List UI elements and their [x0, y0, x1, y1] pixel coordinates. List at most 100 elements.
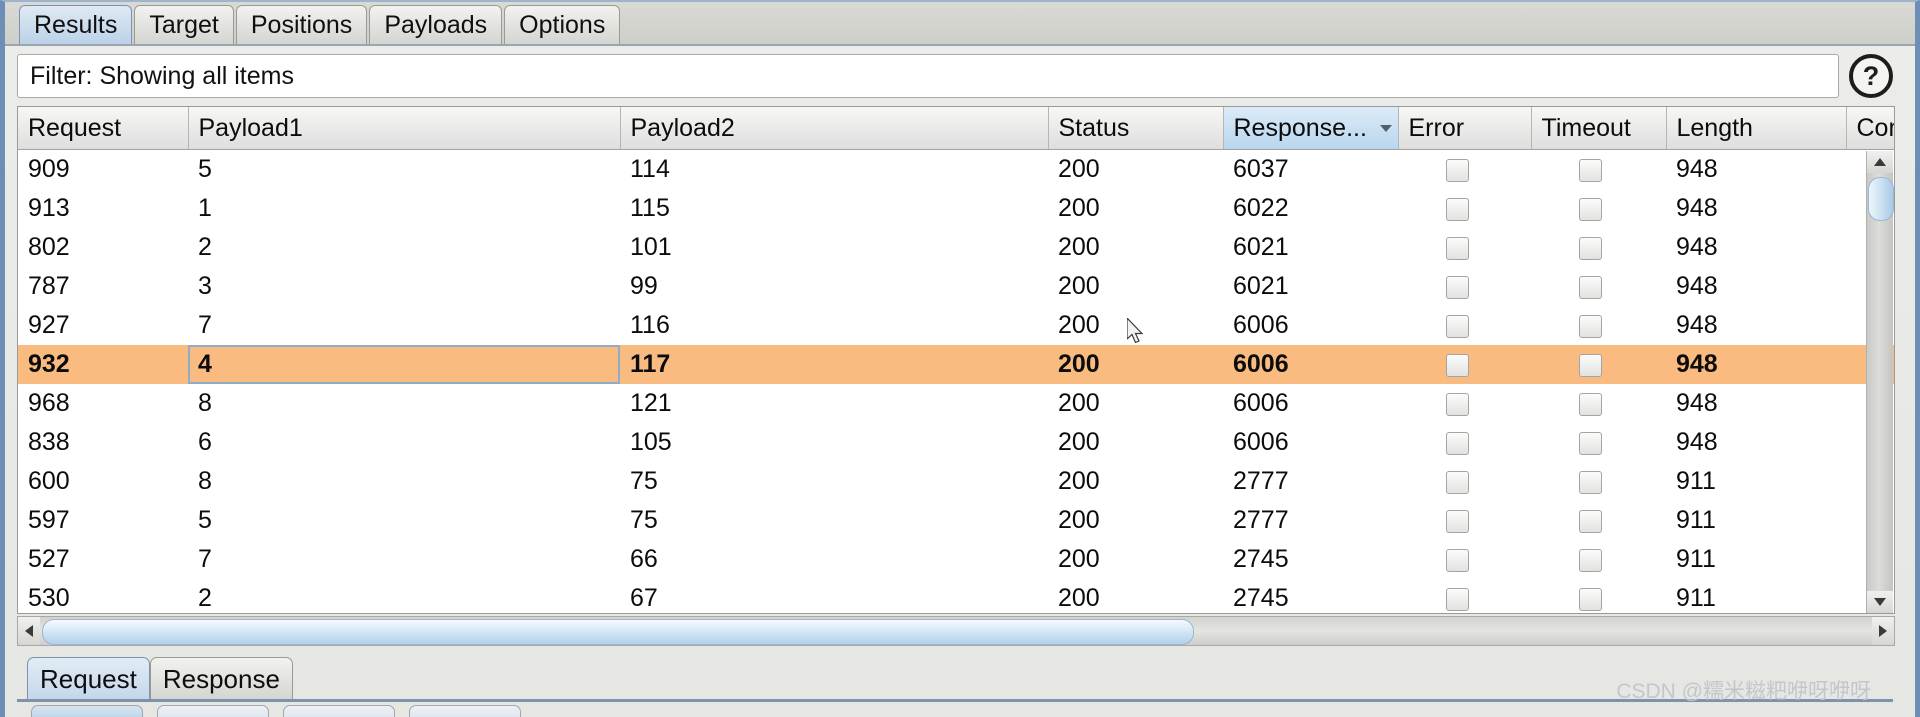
- error-checkbox[interactable]: [1446, 548, 1469, 572]
- cell-response[interactable]: 2777: [1223, 501, 1398, 540]
- cell-payload2[interactable]: 114: [620, 150, 1048, 190]
- table-row[interactable]: 530 2 67 200 2745 911: [18, 579, 1894, 613]
- message-view-button-2[interactable]: [157, 705, 269, 717]
- cell-length[interactable]: 911: [1666, 540, 1846, 579]
- cell-status[interactable]: 200: [1048, 540, 1223, 579]
- cell-timeout[interactable]: [1531, 267, 1666, 306]
- cell-response[interactable]: 2745: [1223, 579, 1398, 613]
- error-checkbox[interactable]: [1446, 587, 1469, 611]
- cell-response[interactable]: 6021: [1223, 267, 1398, 306]
- filter-bar[interactable]: Filter: Showing all items: [17, 54, 1839, 98]
- table-row[interactable]: 909 5 114 200 6037 948: [18, 149, 1894, 190]
- cell-request[interactable]: 968: [18, 384, 188, 423]
- cell-error[interactable]: [1398, 384, 1531, 423]
- table-row[interactable]: 527 7 66 200 2745 911: [18, 540, 1894, 579]
- cell-request[interactable]: 802: [18, 228, 188, 267]
- tab-target[interactable]: Target: [134, 5, 234, 44]
- cell-status[interactable]: 200: [1048, 228, 1223, 267]
- message-view-button-3[interactable]: [283, 705, 395, 717]
- timeout-checkbox[interactable]: [1579, 509, 1602, 533]
- cell-request[interactable]: 932: [18, 345, 188, 384]
- error-checkbox[interactable]: [1446, 236, 1469, 260]
- cell-payload1[interactable]: 7: [188, 306, 620, 345]
- cell-payload2[interactable]: 116: [620, 306, 1048, 345]
- error-checkbox[interactable]: [1446, 509, 1469, 533]
- cell-timeout[interactable]: [1531, 501, 1666, 540]
- cell-error[interactable]: [1398, 306, 1531, 345]
- cell-error[interactable]: [1398, 501, 1531, 540]
- cell-response[interactable]: 2777: [1223, 462, 1398, 501]
- cell-payload1[interactable]: 8: [188, 462, 620, 501]
- cell-error[interactable]: [1398, 150, 1531, 190]
- table-row[interactable]: 597 5 75 200 2777 911: [18, 501, 1894, 540]
- cell-payload2[interactable]: 99: [620, 267, 1048, 306]
- table-row[interactable]: 927 7 116 200 6006 948: [18, 306, 1894, 345]
- cell-payload1[interactable]: 1: [188, 189, 620, 228]
- column-header-payload2[interactable]: Payload2: [620, 107, 1049, 150]
- message-view-button-1[interactable]: [31, 705, 143, 717]
- cell-timeout[interactable]: [1531, 228, 1666, 267]
- scroll-up-button[interactable]: [1867, 151, 1893, 173]
- cell-length[interactable]: 948: [1666, 189, 1846, 228]
- error-checkbox[interactable]: [1446, 392, 1469, 416]
- cell-response[interactable]: 6006: [1223, 384, 1398, 423]
- table-row[interactable]: 600 8 75 200 2777 911: [18, 462, 1894, 501]
- cell-error[interactable]: [1398, 462, 1531, 501]
- cell-length[interactable]: 911: [1666, 579, 1846, 613]
- table-row[interactable]: 787 3 99 200 6021 948: [18, 267, 1894, 306]
- cell-timeout[interactable]: [1531, 150, 1666, 190]
- cell-request[interactable]: 838: [18, 423, 188, 462]
- cell-length[interactable]: 948: [1666, 228, 1846, 267]
- timeout-checkbox[interactable]: [1579, 587, 1602, 611]
- cell-request[interactable]: 787: [18, 267, 188, 306]
- cell-length[interactable]: 948: [1666, 423, 1846, 462]
- error-checkbox[interactable]: [1446, 314, 1469, 338]
- cell-timeout[interactable]: [1531, 306, 1666, 345]
- table-row[interactable]: 913 1 115 200 6022 948: [18, 189, 1894, 228]
- timeout-checkbox[interactable]: [1579, 236, 1602, 260]
- cell-status[interactable]: 200: [1048, 423, 1223, 462]
- cell-request[interactable]: 927: [18, 306, 188, 345]
- cell-payload1[interactable]: 4: [188, 345, 620, 384]
- vertical-scrollbar[interactable]: [1866, 151, 1894, 613]
- cell-payload1[interactable]: 3: [188, 267, 620, 306]
- cell-status[interactable]: 200: [1048, 189, 1223, 228]
- table-row[interactable]: 802 2 101 200 6021 948: [18, 228, 1894, 267]
- cell-status[interactable]: 200: [1048, 462, 1223, 501]
- cell-payload2[interactable]: 115: [620, 189, 1048, 228]
- cell-length[interactable]: 948: [1666, 267, 1846, 306]
- column-header-comment[interactable]: Com: [1846, 107, 1894, 150]
- timeout-checkbox[interactable]: [1579, 197, 1602, 221]
- error-checkbox[interactable]: [1446, 353, 1469, 377]
- timeout-checkbox[interactable]: [1579, 314, 1602, 338]
- cell-length[interactable]: 911: [1666, 462, 1846, 501]
- error-checkbox[interactable]: [1446, 197, 1469, 221]
- vertical-scroll-thumb[interactable]: [1868, 177, 1894, 221]
- cell-response[interactable]: 6021: [1223, 228, 1398, 267]
- cell-payload2[interactable]: 117: [620, 345, 1048, 384]
- cell-status[interactable]: 200: [1048, 579, 1223, 613]
- cell-timeout[interactable]: [1531, 579, 1666, 613]
- cell-error[interactable]: [1398, 189, 1531, 228]
- cell-payload1[interactable]: 5: [188, 150, 620, 190]
- cell-status[interactable]: 200: [1048, 384, 1223, 423]
- cell-payload1[interactable]: 2: [188, 579, 620, 613]
- cell-payload1[interactable]: 6: [188, 423, 620, 462]
- timeout-checkbox[interactable]: [1579, 275, 1602, 299]
- timeout-checkbox[interactable]: [1579, 392, 1602, 416]
- cell-response[interactable]: 6006: [1223, 345, 1398, 384]
- cell-timeout[interactable]: [1531, 462, 1666, 501]
- column-header-payload1[interactable]: Payload1: [188, 107, 621, 150]
- cell-request[interactable]: 597: [18, 501, 188, 540]
- cell-timeout[interactable]: [1531, 345, 1666, 384]
- horizontal-scrollbar[interactable]: [17, 616, 1895, 646]
- tab-positions[interactable]: Positions: [235, 5, 368, 44]
- cell-response[interactable]: 6022: [1223, 189, 1398, 228]
- cell-request[interactable]: 909: [18, 150, 188, 190]
- cell-length[interactable]: 911: [1666, 501, 1846, 540]
- tab-payloads[interactable]: Payloads: [369, 5, 503, 44]
- cell-status[interactable]: 200: [1048, 501, 1223, 540]
- tab-results[interactable]: Results: [19, 5, 133, 44]
- cell-error[interactable]: [1398, 579, 1531, 613]
- scroll-left-button[interactable]: [18, 617, 40, 645]
